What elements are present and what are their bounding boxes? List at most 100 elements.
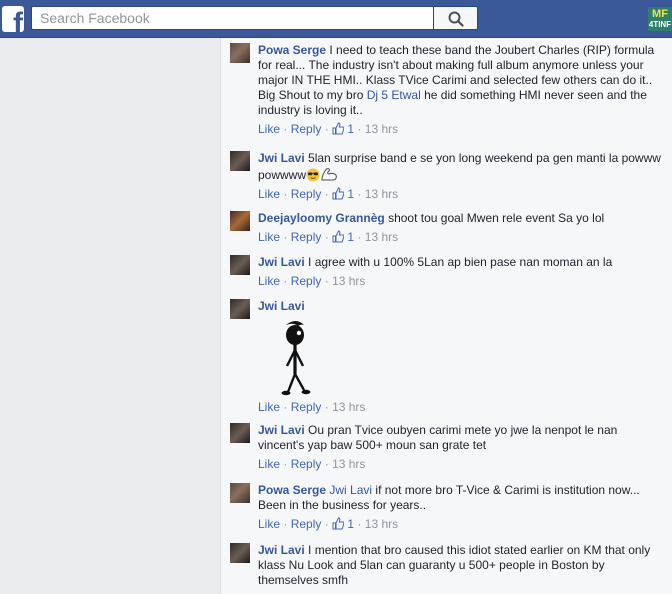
comment-text: Jwi Lavi Ou pran Tvice oubyen carimi met… (258, 423, 663, 453)
separator: · (357, 517, 362, 531)
timestamp[interactable]: 13 hrs (365, 517, 398, 531)
comment-author[interactable]: Jwi Lavi (258, 151, 305, 165)
avatar[interactable] (230, 483, 250, 503)
comment-text-part: shoot tou goal Mwen rele event Sa yo lol (388, 211, 605, 225)
avatar[interactable] (230, 299, 250, 319)
facebook-logo-icon[interactable]: f (2, 6, 24, 32)
comment-author[interactable]: Jwi Lavi (258, 255, 305, 269)
comment-actions: Like · Reply · 1 · 13 hrs (258, 230, 663, 245)
comment-text: Powa Serge I need to teach these band th… (258, 43, 663, 118)
mention-link[interactable]: Jwi Lavi (329, 483, 372, 497)
comments-panel: Powa Serge I need to teach these band th… (220, 38, 672, 594)
comment-author[interactable]: Powa Serge (258, 483, 326, 497)
separator: · (283, 274, 288, 288)
reply-link[interactable]: Reply (291, 230, 322, 244)
reply-link[interactable]: Reply (291, 122, 322, 136)
like-count-value: 1 (347, 230, 355, 244)
comment-actions: Like · Reply · 1 · 13 hrs (258, 187, 663, 202)
timestamp[interactable]: 13 hrs (365, 187, 398, 201)
like-count-value: 1 (347, 187, 355, 201)
separator: · (283, 187, 288, 201)
comment-text: Jwi Lavi 5lan surprise band e se yon lon… (258, 151, 663, 183)
comment-author[interactable]: Jwi Lavi (258, 543, 305, 557)
separator: · (283, 230, 288, 244)
comment-text: Deejayloomy Grannèg shoot tou goal Mwen … (258, 211, 663, 226)
comment-actions: Like · Reply · 1 · 13 hrs (258, 517, 663, 532)
like-link[interactable]: Like (258, 457, 280, 471)
like-link[interactable]: Like (258, 122, 280, 136)
avatar[interactable] (230, 43, 250, 63)
like-count-value: 1 (347, 122, 355, 136)
top-navigation-bar: f Search Facebook MF 4TINF (0, 0, 672, 38)
comment-text: Jwi Lavi I mention that bro caused this … (258, 543, 663, 588)
like-count[interactable]: 1 (332, 517, 354, 531)
avatar[interactable] (230, 211, 250, 231)
thumbs-up-icon (332, 122, 345, 135)
search-input[interactable]: Search Facebook (31, 6, 434, 30)
separator: · (324, 230, 329, 244)
profile-badge-line1: MF (652, 8, 668, 20)
separator: · (324, 274, 329, 288)
comment-text-part: Ou pran Tvice oubyen carimi mete yo jwe … (258, 423, 618, 452)
comment-author[interactable]: Jwi Lavi (258, 423, 305, 437)
separator: · (357, 122, 362, 136)
sunglasses-emoji-icon (306, 168, 320, 182)
reply-link[interactable]: Reply (291, 457, 322, 471)
search-icon (448, 11, 464, 27)
like-count[interactable]: 1 (332, 230, 354, 244)
profile-badge-line2: 4TINF (648, 20, 672, 29)
separator: · (283, 517, 288, 531)
comment-text: Jwi Lavi I agree with u 100% 5Lan ap bie… (258, 255, 663, 270)
timestamp[interactable]: 13 hrs (332, 274, 365, 288)
timestamp[interactable]: 13 hrs (365, 230, 398, 244)
avatar[interactable] (230, 255, 250, 275)
comment-text-part: I agree with u 100% 5Lan ap bien pase na… (308, 255, 613, 269)
flexed-biceps-icon (321, 168, 337, 181)
comment-text: Powa Serge Jwi Lavi if not more bro T-Vi… (258, 483, 663, 513)
like-link[interactable]: Like (258, 230, 280, 244)
mention-link[interactable]: Dj 5 Etwal (367, 88, 421, 102)
like-count-value: 1 (347, 517, 355, 531)
separator: · (324, 400, 329, 414)
separator: · (283, 122, 288, 136)
comment-author[interactable]: Jwi Lavi (258, 299, 305, 313)
timestamp[interactable]: 13 hrs (332, 400, 365, 414)
thumbs-up-icon (332, 187, 345, 200)
avatar[interactable] (230, 423, 250, 443)
separator: · (324, 122, 329, 136)
separator: · (283, 457, 288, 471)
like-link[interactable]: Like (258, 274, 280, 288)
search-button[interactable] (433, 6, 478, 30)
reply-link[interactable]: Reply (291, 274, 322, 288)
like-count[interactable]: 1 (332, 187, 354, 201)
like-link[interactable]: Like (258, 400, 280, 414)
timestamp[interactable]: 13 hrs (365, 122, 398, 136)
profile-avatar[interactable]: MF 4TINF (648, 7, 672, 31)
logo-letter: f (13, 7, 23, 33)
comment-actions: Like · Reply · 13 hrs (258, 274, 663, 289)
separator: · (283, 400, 288, 414)
reply-link[interactable]: Reply (291, 400, 322, 414)
like-count[interactable]: 1 (332, 122, 354, 136)
comment-text: Jwi Lavi (258, 299, 663, 314)
comment-actions: Like · Reply · 13 hrs (258, 400, 663, 415)
thumbs-up-icon (332, 230, 345, 243)
separator: · (324, 517, 329, 531)
comment-actions: Like · Reply · 1 · 13 hrs (258, 122, 663, 137)
comment-actions: Like · Reply · 13 hrs (258, 457, 663, 472)
comment-author[interactable]: Deejayloomy Grannèg (258, 211, 385, 225)
separator: · (357, 230, 362, 244)
separator: · (324, 187, 329, 201)
like-link[interactable]: Like (258, 517, 280, 531)
avatar[interactable] (230, 543, 250, 563)
like-link[interactable]: Like (258, 187, 280, 201)
separator: · (357, 187, 362, 201)
stick-figure-sticker-icon[interactable] (274, 318, 320, 398)
separator: · (324, 457, 329, 471)
thumbs-up-icon (332, 517, 345, 530)
reply-link[interactable]: Reply (291, 517, 322, 531)
avatar[interactable] (230, 151, 250, 171)
comment-author[interactable]: Powa Serge (258, 43, 326, 57)
timestamp[interactable]: 13 hrs (332, 457, 365, 471)
reply-link[interactable]: Reply (291, 187, 322, 201)
